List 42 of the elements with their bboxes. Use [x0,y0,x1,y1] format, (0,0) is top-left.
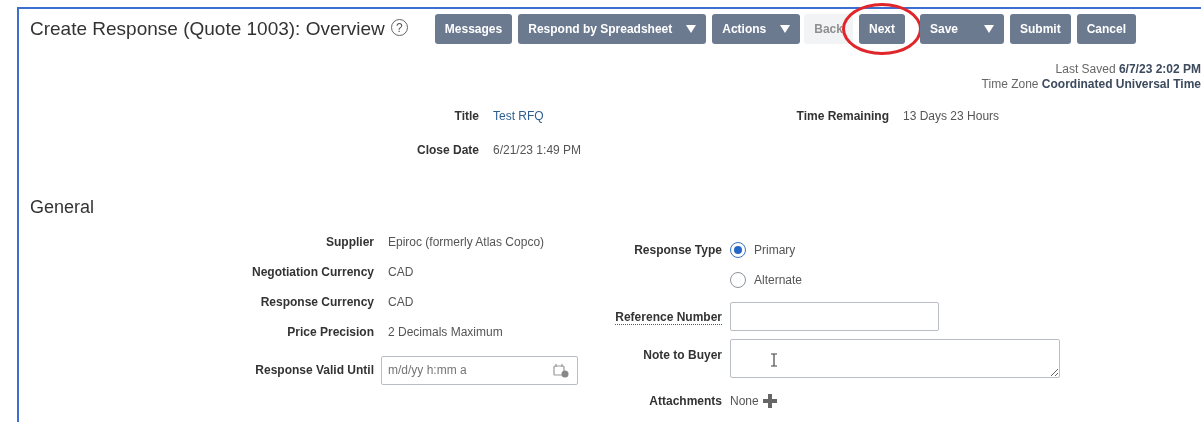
field-label: Note to Buyer [643,348,722,362]
add-icon[interactable] [762,394,777,408]
field-label: Negotiation Currency [251,264,374,281]
section-heading: General [30,196,96,219]
calendar-icon[interactable] [553,362,569,378]
field-value: CAD [388,264,414,281]
text-cursor-icon [770,353,778,367]
field-value: Epiroc (formerly Atlas Copco) [388,234,545,251]
field-label: Response Type [634,243,722,257]
date-field[interactable]: m/d/yy h:mm a [381,355,578,385]
note-field[interactable] [730,339,1060,378]
field-label: Time Remaining [795,108,889,125]
field-label: Price Precision [286,324,374,341]
field-label: Close Date [415,142,479,159]
field-label: Reference Number [615,309,722,325]
field-value: None [730,393,759,410]
toolbar-button[interactable]: Cancel [1076,14,1137,44]
toolbar-button[interactable]: Save [920,14,1004,44]
field-value: 2 Decimals Maximum [388,324,503,341]
last-saved-text: Last Saved 6/7/23 2:02 PM [1055,62,1201,76]
title-link[interactable]: Test RFQ [493,109,544,123]
page-title: Create Response (Quote 1003): Overview [30,17,385,39]
toolbar-button[interactable]: Submit [1010,14,1071,44]
radio-label[interactable]: Primary [754,241,796,259]
caret-icon [984,25,994,33]
caret-icon [686,25,697,33]
field-label: Response Currency [259,294,374,311]
field-value: CAD [388,294,414,311]
field-label: Title [453,108,479,125]
time-zone-text: Time Zone Coordinated Universal Time [981,77,1201,91]
field-label: Attachments [649,394,722,408]
field-label: Supplier [325,234,374,251]
field-label: Response Valid Until [254,362,374,379]
field-value: 13 Days 23 Hours [903,109,1000,123]
reference-number-field[interactable] [730,302,939,331]
toolbar-button[interactable]: Respond by Spreadsheet [518,14,707,44]
toolbar-button[interactable]: Next [858,14,905,44]
caret-icon [780,25,791,33]
radio-label[interactable]: Alternate [754,271,803,289]
toolbar-button[interactable]: Actions [712,14,801,44]
field-value: 6/21/23 1:49 PM [493,143,582,157]
toolbar-button[interactable]: Messages [434,14,513,44]
